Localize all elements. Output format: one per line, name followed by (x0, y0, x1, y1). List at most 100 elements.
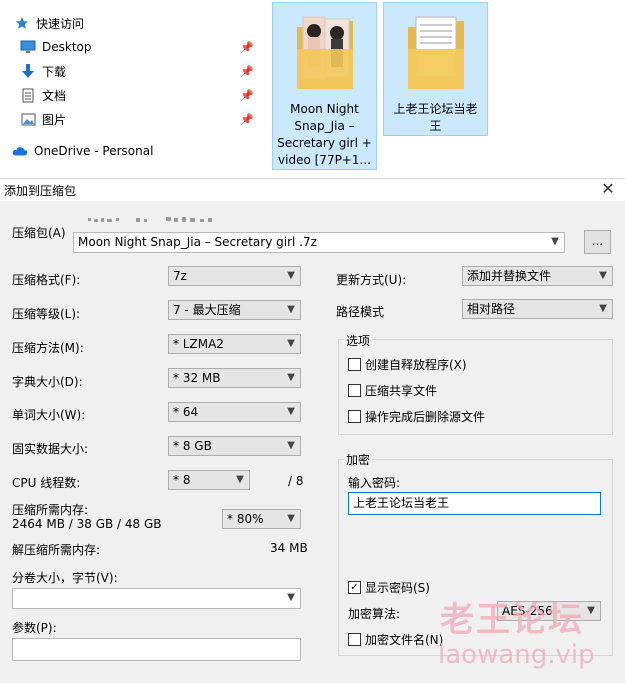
file-tile-laowang[interactable]: 上老王论坛当老 王 (383, 2, 488, 136)
archive-name-combo[interactable]: Moon Night Snap_Jia – Secretary girl .7z… (73, 232, 565, 253)
chevron-down-icon: ▼ (599, 303, 607, 314)
document-folder-icon (406, 13, 466, 91)
nav-item-pictures[interactable]: 图片 (20, 108, 66, 130)
file-name: 上老王论坛当老 王 (384, 101, 487, 135)
document-icon (20, 87, 36, 103)
word-select[interactable]: * 64 ▼ (168, 402, 301, 422)
shared-files-checkbox[interactable]: 压缩共享文件 (348, 382, 437, 399)
format-label: 压缩格式(F): (12, 273, 81, 287)
dict-label: 字典大小(D): (12, 375, 83, 389)
cpu-total: / 8 (288, 474, 304, 488)
mem-percent-select[interactable]: * 80% ▼ (222, 509, 301, 529)
archive-name-value: Moon Night Snap_Jia – Secretary girl .7z (78, 235, 317, 249)
file-explorer: 快速访问 Desktop 📌 下载 📌 文档 📌 图片 📌 OneDrive -… (0, 0, 625, 178)
file-name-line: 王 (429, 119, 442, 133)
params-input[interactable] (12, 638, 301, 661)
nav-item-downloads[interactable]: 下载 (20, 60, 66, 82)
path-value: 相对路径 (467, 302, 516, 316)
level-label: 压缩等级(L): (12, 307, 81, 321)
browse-button[interactable]: ... (584, 230, 611, 254)
show-password-checkbox[interactable]: ✓ 显示密码(S) (348, 579, 430, 596)
format-select[interactable]: 7z ▼ (168, 266, 301, 286)
nav-label: 快速访问 (36, 16, 85, 31)
pin-icon[interactable]: 📌 (240, 90, 254, 102)
star-icon (14, 15, 30, 31)
decomp-value: 34 MB (270, 541, 308, 555)
checkbox-label: 创建自释放程序(X) (365, 358, 467, 372)
cpu-select[interactable]: * 8 ▼ (168, 470, 250, 490)
chevron-down-icon: ▼ (587, 605, 595, 616)
archive-path-redacted (88, 213, 228, 222)
level-select[interactable]: 7 - 最大压缩 ▼ (168, 300, 301, 320)
nav-label: 下载 (42, 64, 67, 79)
file-name-line: video [77P+1... (278, 153, 371, 167)
chevron-down-icon: ▼ (287, 338, 295, 349)
checkbox-box[interactable] (348, 410, 361, 423)
solid-value: * 8 GB (173, 439, 212, 453)
chevron-down-icon: ▼ (287, 270, 295, 281)
update-select[interactable]: 添加并替换文件 ▼ (462, 266, 613, 286)
nav-item-desktop[interactable]: Desktop (20, 36, 92, 58)
pin-icon[interactable]: 📌 (240, 66, 254, 78)
checkbox-box[interactable] (348, 633, 361, 646)
nav-label: 文档 (42, 88, 67, 103)
method-value: * LZMA2 (173, 337, 224, 351)
cpu-value: * 8 (173, 473, 191, 487)
delete-after-checkbox[interactable]: 操作完成后删除源文件 (348, 408, 485, 425)
chevron-down-icon[interactable]: ▼ (549, 234, 561, 250)
checkmark-icon[interactable]: ✓ (348, 581, 361, 594)
nav-item-onedrive[interactable]: OneDrive - Personal (12, 140, 153, 162)
nav-label: OneDrive - Personal (34, 144, 154, 158)
nav-item-quick-access[interactable]: 快速访问 (14, 12, 84, 34)
checkbox-label: 压缩共享文件 (365, 384, 438, 398)
chevron-down-icon[interactable]: ▼ (285, 590, 297, 606)
mem-percent-value: * 80% (227, 512, 264, 526)
dict-select[interactable]: * 32 MB ▼ (168, 368, 301, 388)
chevron-down-icon: ▼ (287, 304, 295, 315)
level-value: 7 - 最大压缩 (173, 303, 241, 317)
word-value: * 64 (173, 405, 199, 419)
mem-value: 2464 MB / 38 GB / 48 GB (12, 517, 162, 531)
path-label: 路径模式 (336, 305, 385, 319)
sfx-checkbox[interactable]: 创建自释放程序(X) (348, 356, 467, 373)
volume-combo[interactable]: ▼ (12, 588, 301, 609)
checkbox-box[interactable] (348, 384, 361, 397)
dict-value: * 32 MB (173, 371, 221, 385)
solid-select[interactable]: * 8 GB ▼ (168, 436, 301, 456)
pin-icon[interactable]: 📌 (240, 114, 254, 126)
encryption-title: 加密 (344, 451, 373, 468)
desktop-icon (20, 39, 36, 55)
cpu-label: CPU 线程数: (12, 476, 81, 490)
chevron-down-icon: ▼ (287, 513, 295, 524)
archive-label: 压缩包(A) (12, 226, 66, 240)
pictures-icon (20, 111, 36, 127)
password-input[interactable]: 上老王论坛当老王 (348, 492, 601, 515)
decomp-label: 解压缩所需内存: (12, 543, 101, 557)
path-select[interactable]: 相对路径 ▼ (462, 299, 613, 319)
chevron-down-icon: ▼ (287, 440, 295, 451)
dialog-title: 添加到压缩包 (4, 184, 77, 198)
chevron-down-icon: ▼ (287, 372, 295, 383)
pin-icon[interactable]: 📌 (240, 42, 254, 54)
method-label: 压缩方法(M): (12, 341, 84, 355)
nav-item-documents[interactable]: 文档 (20, 84, 66, 106)
nav-label: Desktop (42, 40, 92, 54)
watermark-logo: 老王论坛 (440, 600, 584, 640)
dialog-titlebar[interactable]: 添加到压缩包 ✕ (0, 179, 625, 201)
enc-method-label: 加密算法: (348, 607, 401, 621)
file-name-line: Secretary girl + (277, 136, 372, 150)
file-name-line: Snap_Jia – (294, 119, 355, 133)
checkbox-box[interactable] (348, 358, 361, 371)
password-label: 输入密码: (348, 476, 401, 490)
volume-label: 分卷大小，字节(V): (12, 571, 118, 585)
checkbox-label: 操作完成后删除源文件 (365, 410, 486, 424)
file-tile-moon-night[interactable]: Moon Night Snap_Jia – Secretary girl + v… (272, 2, 377, 170)
chevron-down-icon: ▼ (236, 474, 244, 485)
watermark-url: laowang.vip (438, 640, 595, 670)
download-icon (20, 63, 36, 79)
close-icon[interactable]: ✕ (599, 180, 617, 198)
method-select[interactable]: * LZMA2 ▼ (168, 334, 301, 354)
word-label: 单词大小(W): (12, 408, 86, 422)
encrypt-names-checkbox[interactable]: 加密文件名(N) (348, 631, 443, 648)
file-name: Moon Night Snap_Jia – Secretary girl + v… (273, 101, 376, 169)
